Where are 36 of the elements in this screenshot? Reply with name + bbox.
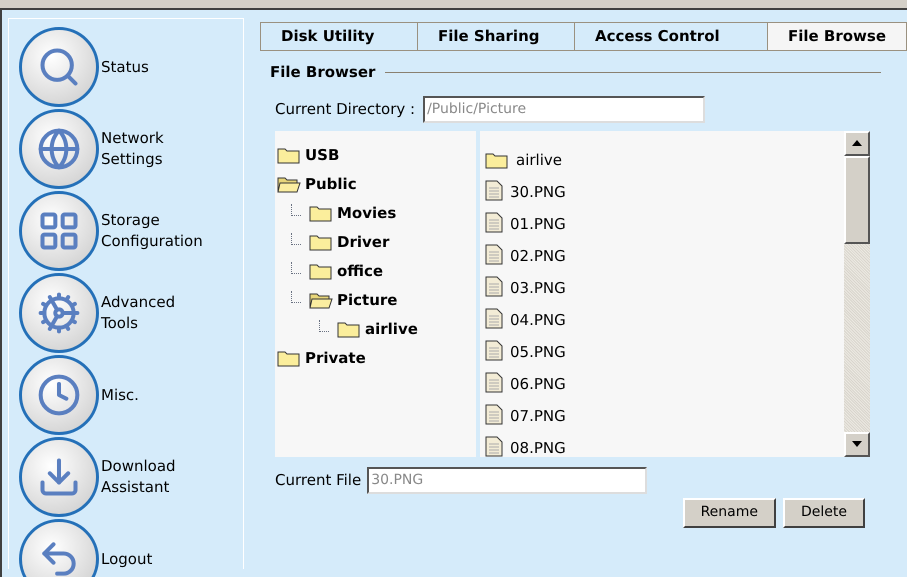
file-name-field[interactable]: 30.PNG <box>367 466 648 494</box>
tree-item[interactable]: airlive <box>365 322 418 336</box>
directory-field[interactable]: /Public/Picture <box>423 96 706 122</box>
action-button[interactable]: Rename <box>682 498 776 528</box>
tree-item[interactable]: Driver <box>337 234 390 250</box>
file-item[interactable]: airlive <box>516 152 562 168</box>
sidebar-item[interactable]: Storage Configuration <box>19 191 243 271</box>
tree-item[interactable]: Private <box>305 350 366 366</box>
sidebar-item[interactable]: Status <box>19 27 243 107</box>
tab[interactable]: Disk Utility <box>260 22 418 51</box>
sidebar-item[interactable]: Network Settings <box>19 109 243 189</box>
file-item[interactable]: 06.PNG <box>510 376 566 392</box>
file-item[interactable]: 07.PNG <box>510 408 566 424</box>
tree-item[interactable]: Picture <box>337 292 398 308</box>
file-item[interactable]: 03.PNG <box>510 280 566 296</box>
sidebar-item[interactable]: Logout <box>19 519 243 577</box>
sidebar-item[interactable]: Misc. <box>19 355 243 435</box>
field-label: Current File <box>275 470 362 491</box>
tab[interactable]: Access Control <box>574 22 768 51</box>
tree-item[interactable]: office <box>337 264 384 278</box>
tree-item[interactable]: Public <box>305 176 357 192</box>
file-item[interactable]: 02.PNG <box>510 248 566 264</box>
file-item[interactable]: 30.PNG <box>510 184 566 200</box>
tab[interactable]: File Sharing <box>417 22 575 51</box>
tree-item[interactable]: Movies <box>337 206 396 220</box>
sidebar-item[interactable]: Download Assistant <box>19 437 243 517</box>
tab[interactable]: File Browse <box>767 22 907 51</box>
file-item[interactable]: 05.PNG <box>510 344 566 360</box>
file-item[interactable]: 04.PNG <box>510 312 566 328</box>
tree-item[interactable]: USB <box>305 148 340 162</box>
field-label: Current Directory : <box>275 98 416 120</box>
file-item[interactable]: 01.PNG <box>510 216 566 232</box>
action-button[interactable]: Delete <box>783 498 865 528</box>
sidebar-item[interactable]: Advanced Tools <box>19 273 243 353</box>
section-title: File Browser <box>270 62 376 83</box>
file-item[interactable]: 08.PNG <box>510 440 566 456</box>
